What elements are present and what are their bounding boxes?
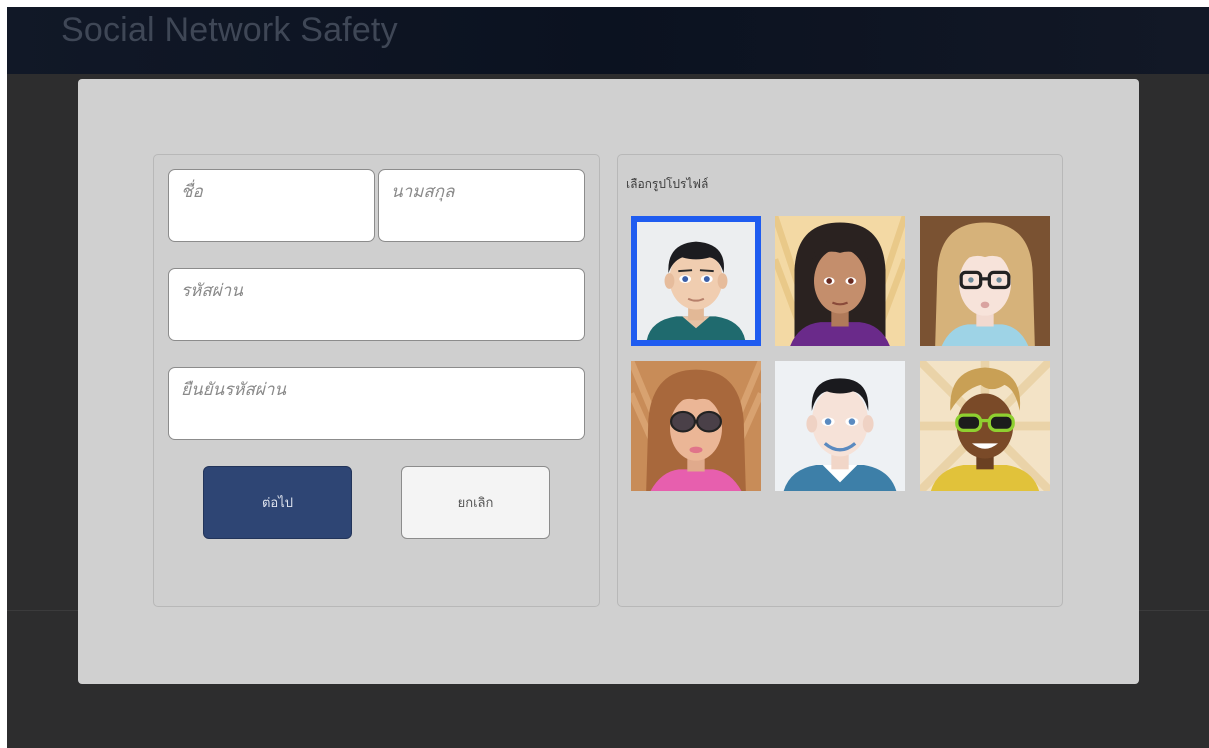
signup-modal: ชื่อ นามสกุล รหัสผ่าน ยืนยันรหัสผ่าน ต่อ… [78,79,1139,684]
last-name-field[interactable]: นามสกุล [378,169,585,242]
password-field[interactable]: รหัสผ่าน [168,268,585,341]
profile-picture-label: เลือกรูปโปรไฟล์ [626,177,709,191]
last-name-placeholder: นามสกุล [391,182,455,202]
confirm-password-placeholder: ยืนยันรหัสผ่าน [181,380,287,400]
confirm-password-field[interactable]: ยืนยันรหัสผ่าน [168,367,585,440]
profile-picture-panel: เลือกรูปโปรไฟล์ [617,154,1063,607]
boy-green-sunglasses-avatar[interactable] [920,361,1050,491]
girl-long-curly-hair-avatar[interactable] [775,216,905,346]
cancel-button[interactable]: ยกเลิก [401,466,550,539]
first-name-field[interactable]: ชื่อ [168,169,375,242]
first-name-placeholder: ชื่อ [181,182,203,202]
app-window: Social Network Safety ชื่อ นามสกุล รหัสผ… [7,7,1209,748]
boy-smiling-avatar[interactable] [775,361,905,491]
password-placeholder: รหัสผ่าน [181,281,243,301]
girl-blonde-glasses-avatar[interactable] [920,216,1050,346]
header-bar: Social Network Safety [7,7,1209,74]
girl-sunglasses-avatar[interactable] [631,361,761,491]
app-title: Social Network Safety [61,11,398,49]
next-button[interactable]: ต่อไป [203,466,352,539]
boy-short-black-hair-avatar[interactable] [631,216,761,346]
signup-form-panel: ชื่อ นามสกุล รหัสผ่าน ยืนยันรหัสผ่าน ต่อ… [153,154,600,607]
